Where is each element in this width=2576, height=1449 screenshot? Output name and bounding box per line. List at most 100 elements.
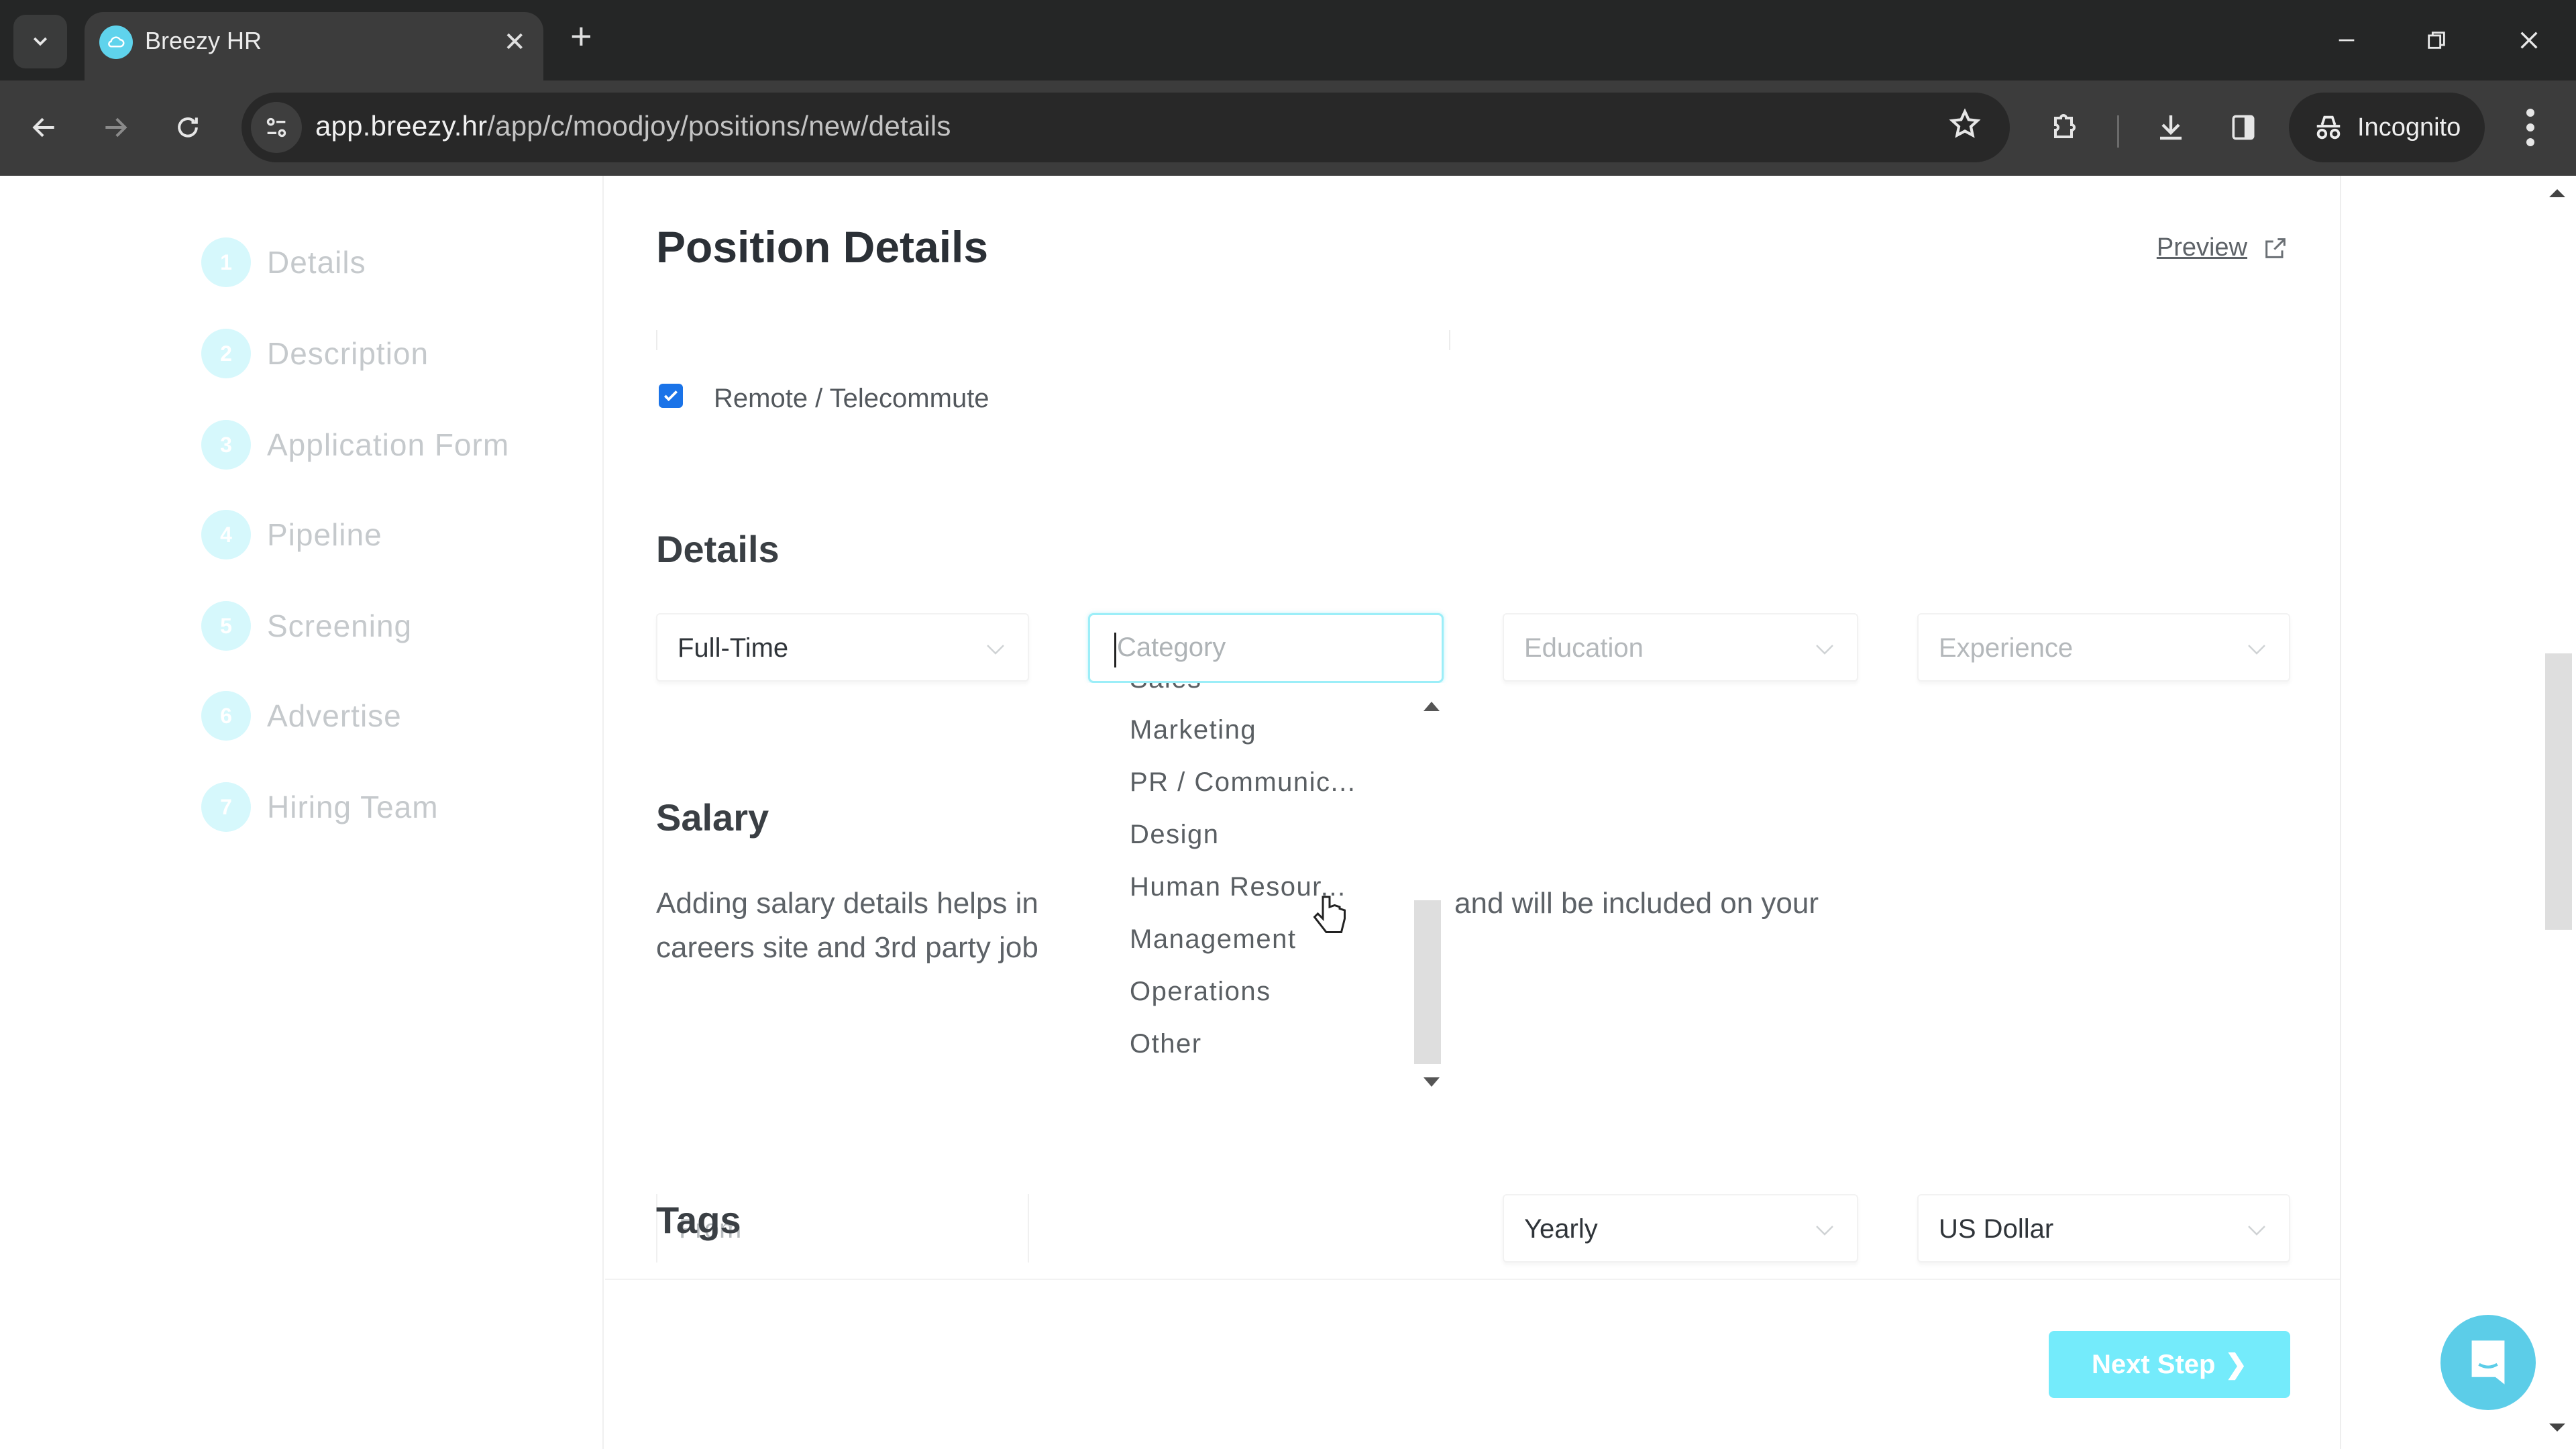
tags-heading: Tags (656, 1199, 741, 1241)
url-path: /app/c/moodjoy/positions/new/details (487, 110, 951, 142)
step-pipeline[interactable]: 4 Pipeline (201, 510, 382, 559)
forward-arrow-icon (105, 117, 127, 138)
category-option[interactable]: Design (1130, 820, 1220, 850)
details-heading: Details (656, 528, 780, 570)
salary-period-select[interactable]: Yearly (1503, 1194, 1858, 1263)
currency-select[interactable]: US Dollar (1917, 1194, 2290, 1263)
page-scrollbar-thumb[interactable] (2545, 653, 2572, 930)
step-label: Screening (267, 608, 413, 643)
position-form: Position Details Preview Remote / Teleco… (605, 176, 2340, 1449)
chevron-right-icon: ❯ (2224, 1350, 2247, 1379)
step-description[interactable]: 2 Description (201, 329, 429, 378)
step-number: 5 (201, 601, 251, 651)
incognito-indicator[interactable]: Incognito (2289, 93, 2485, 162)
salary-heading: Salary (656, 796, 769, 839)
education-select[interactable]: Education (1503, 613, 1858, 682)
hand-cursor-icon (1313, 896, 1346, 933)
next-step-label: Next Step (2091, 1349, 2216, 1379)
category-placeholder: Category (1117, 633, 1226, 662)
step-number: 7 (201, 782, 251, 832)
tab-strip: Breezy HR ✕ + (0, 0, 2576, 80)
breezy-favicon-icon (99, 25, 133, 59)
chevron-down-icon (1816, 645, 1833, 655)
downloads-button[interactable] (2144, 101, 2198, 154)
step-details[interactable]: 1 Details (201, 237, 366, 287)
employment-type-select[interactable]: Full-Time (656, 613, 1029, 682)
new-tab-button[interactable]: + (570, 16, 592, 56)
reload-button[interactable] (161, 101, 215, 154)
page-scroll-down-arrow[interactable] (2549, 1424, 2565, 1432)
category-option[interactable]: Other (1130, 1029, 1202, 1059)
address-bar[interactable]: app.breezy.hr/app/c/moodjoy/positions/ne… (241, 93, 2010, 162)
content-border (2340, 176, 2341, 1449)
salary-period-value: Yearly (1524, 1214, 1598, 1244)
page-title: Position Details (656, 222, 989, 272)
category-option[interactable]: Management (1130, 924, 1296, 955)
preview-label: Preview (2156, 233, 2247, 262)
side-panel-icon (2232, 115, 2255, 140)
employment-type-value: Full-Time (678, 633, 789, 663)
back-button[interactable] (17, 101, 71, 154)
category-option[interactable]: Marketing (1130, 715, 1256, 745)
puzzle-icon (2054, 114, 2076, 138)
step-label: Application Form (267, 427, 510, 462)
dropdown-scroll-down-arrow[interactable] (1424, 1077, 1440, 1087)
browser-toolbar: app.breezy.hr/app/c/moodjoy/positions/ne… (0, 80, 2576, 176)
forward-button[interactable] (89, 101, 142, 154)
step-hiring-team[interactable]: 7 Hiring Team (201, 782, 439, 832)
extensions-button[interactable] (2037, 101, 2090, 154)
chevron-down-icon (1816, 1226, 1833, 1236)
category-combobox[interactable]: Category (1088, 613, 1444, 683)
star-icon (1949, 108, 1981, 138)
incognito-label: Incognito (2357, 113, 2461, 142)
site-info-button[interactable] (251, 102, 302, 153)
next-step-button[interactable]: Next Step ❯ (2049, 1331, 2290, 1398)
chevron-down-icon (987, 645, 1004, 655)
minimize-button[interactable] (2320, 13, 2373, 67)
incognito-icon (2316, 115, 2341, 140)
step-label: Details (267, 245, 366, 280)
step-label: Description (267, 336, 429, 371)
category-option[interactable]: Operations (1130, 977, 1271, 1007)
experience-select[interactable]: Experience (1917, 613, 2290, 682)
tab-list-button[interactable] (13, 15, 67, 68)
dropdown-scroll-up-arrow[interactable] (1424, 702, 1440, 711)
tab-title: Breezy HR (145, 27, 262, 54)
browser-tab[interactable]: Breezy HR ✕ (85, 12, 543, 80)
restore-button[interactable] (2410, 13, 2463, 67)
preview-link[interactable]: Preview (2157, 233, 2289, 262)
close-window-button[interactable] (2502, 13, 2556, 67)
remote-checkbox[interactable] (659, 384, 683, 408)
close-tab-button[interactable]: ✕ (503, 27, 526, 58)
step-label: Advertise (267, 698, 402, 733)
restore-icon (2428, 32, 2445, 49)
field-edge (1449, 330, 1450, 350)
field-edge (656, 330, 657, 350)
footer-divider (605, 1279, 2340, 1280)
step-label: Pipeline (267, 517, 382, 552)
category-option[interactable]: Sales (1130, 683, 1202, 694)
toolbar-divider (2117, 115, 2119, 148)
chat-bubble-icon (2471, 1340, 2505, 1385)
url-host: app.breezy.hr (315, 110, 488, 142)
text-caret (1114, 633, 1116, 667)
browser-menu-button[interactable] (2510, 101, 2551, 154)
back-arrow-icon (32, 117, 54, 138)
category-option[interactable]: PR / Communic... (1130, 767, 1356, 798)
remote-label[interactable]: Remote / Telecommute (714, 384, 989, 414)
minimize-icon (2339, 39, 2355, 42)
side-panel-button[interactable] (2216, 101, 2270, 154)
url-text: app.breezy.hr/app/c/moodjoy/positions/ne… (315, 110, 951, 142)
chat-widget-button[interactable] (2440, 1315, 2536, 1410)
dropdown-scrollbar-thumb[interactable] (1414, 900, 1441, 1064)
step-advertise[interactable]: 6 Advertise (201, 691, 402, 741)
step-application-form[interactable]: 3 Application Form (201, 420, 509, 470)
step-number: 6 (201, 691, 251, 741)
kebab-menu-icon (2526, 109, 2534, 117)
chevron-down-icon (33, 37, 48, 46)
page-scroll-up-arrow[interactable] (2549, 189, 2565, 197)
bookmark-button[interactable] (1948, 107, 1982, 150)
step-label: Hiring Team (267, 790, 439, 824)
reload-icon (178, 117, 198, 138)
step-screening[interactable]: 5 Screening (201, 601, 412, 651)
